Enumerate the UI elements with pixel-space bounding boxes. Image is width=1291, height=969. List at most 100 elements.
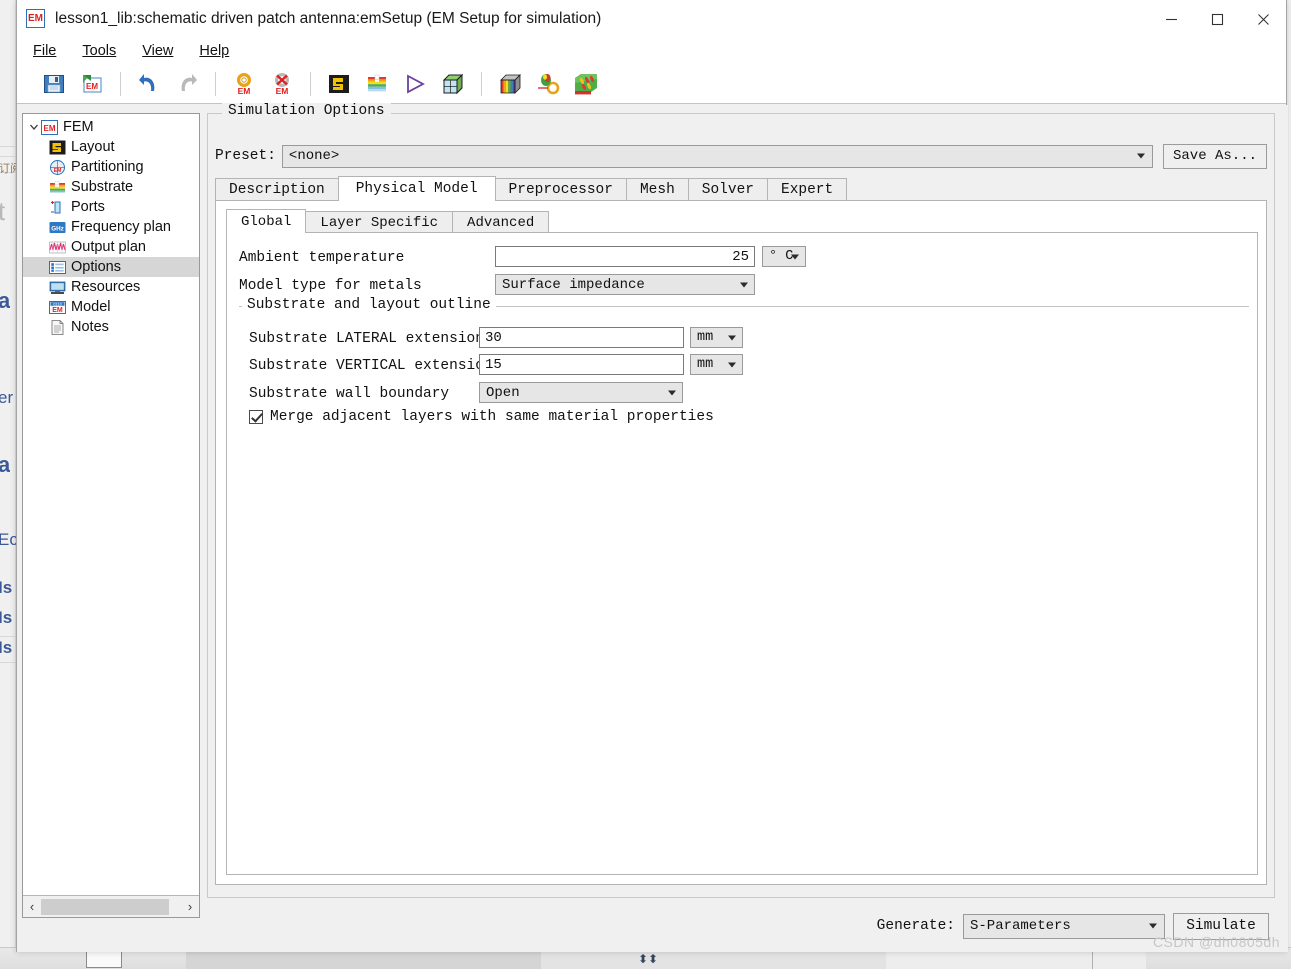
svg-text:EM: EM [238,86,251,96]
taskbar-window-icon[interactable] [86,950,122,968]
maximize-icon [1211,13,1223,25]
background-text-fragment: . [0,122,1,134]
setup-tree: EM FEM Layout EM Partitioning Substrate … [23,114,199,337]
tree-item-fem-label: FEM [63,118,94,135]
sidebar-item-substrate[interactable]: Substrate [23,177,199,197]
layout-icon [49,140,66,154]
export-em-button[interactable]: EM [77,69,107,99]
tab-preprocessor[interactable]: Preprocessor [494,178,627,201]
preset-value: <none> [288,148,340,164]
tab-solver[interactable]: Solver [687,178,768,201]
tab-physical-model[interactable]: Physical Model [337,176,496,201]
substrate-lateral-input[interactable]: 30 [479,327,684,348]
rainbow-cube-button[interactable] [495,69,525,99]
background-text-fragment: Is [0,578,13,597]
model-type-select[interactable]: Surface impedance [495,274,755,295]
ambient-temperature-unit-select[interactable]: ° C [762,246,806,267]
redo-icon [181,73,197,91]
generate-select[interactable]: S-Parameters [963,913,1165,939]
minimize-button[interactable] [1148,0,1194,38]
chevron-down-icon [728,335,736,340]
scroll-right-button[interactable]: › [181,897,199,917]
toolbar-separator [310,71,311,96]
tab-description[interactable]: Description [215,178,339,201]
tab-global[interactable]: Global [226,209,307,233]
sidebar-item-resources[interactable]: Resources [23,277,199,297]
substrate-wall-boundary-label: Substrate wall boundary [249,386,450,402]
save-icon [44,74,64,93]
background-text-fragment: a [0,452,11,477]
chevron-down-icon [791,254,799,259]
taskbar-arrows-icon: ⬍⬍ [638,952,659,966]
tab-expert[interactable]: Expert [767,178,848,201]
merge-layers-checkbox[interactable] [249,410,263,424]
menu-help[interactable]: Help [197,42,231,60]
ambient-temperature-value: 25 [732,248,749,265]
outer-tab-bar: Description Physical Model Preprocessor … [215,176,1267,201]
substrate-section-header: Substrate and layout outline [239,297,1249,313]
substrate-wall-boundary-value: Open [486,384,520,401]
sidebar-item-frequency-plan[interactable]: GHz Frequency plan [23,217,199,237]
menu-tools[interactable]: Tools [80,42,118,60]
sidebar-item-partitioning[interactable]: EM Partitioning [23,157,199,177]
substrate-vertical-input[interactable]: 15 [479,354,684,375]
save-as-button[interactable]: Save As... [1162,143,1267,169]
substrate-wall-label-row: Substrate wall boundary [249,383,449,405]
toolbar-separator [215,71,216,96]
substrate-vertical-unit-select[interactable]: mm [690,354,743,375]
em-delete-button[interactable]: EM [267,69,297,99]
menu-view-label: View [142,43,174,59]
sidebar-item-ports[interactable]: Ports [23,197,199,217]
merge-layers-label: Merge adjacent layers with same material… [270,409,714,425]
tree-horizontal-scrollbar[interactable]: ‹ › [23,895,199,917]
menu-help-label: Help [199,43,230,59]
close-button[interactable] [1240,0,1286,38]
substrate-wall-boundary-select[interactable]: Open [479,382,683,403]
svg-text:GHz: GHz [51,225,64,232]
window-body: EM FEM Layout EM Partitioning Substrate … [17,103,1288,952]
scrollbar-thumb[interactable] [41,898,169,915]
menu-bar: File Tools View Help [17,38,1286,64]
undo-button[interactable] [134,69,164,99]
tab-layer-specific[interactable]: Layer Specific [305,211,454,233]
mesh-cube-button[interactable] [438,69,468,99]
ports-icon [51,200,61,213]
sidebar-item-layout[interactable]: Layout [23,137,199,157]
em-cosim-button[interactable] [533,69,563,99]
ambient-temperature-label: Ambient temperature [239,250,405,266]
maximize-button[interactable] [1194,0,1240,38]
preset-select[interactable]: <none> [281,144,1153,168]
save-button[interactable] [39,69,69,99]
layout-button[interactable] [324,69,354,99]
ghz-icon: GHz [49,221,66,233]
sidebar-item-output-plan[interactable]: Output plan [23,237,199,257]
bottom-action-bar: Generate: S-Parameters Simulate [207,905,1279,947]
physical-model-pane: Global Layer Specific Advanced Ambient t… [215,200,1267,885]
chevron-down-icon[interactable] [27,120,41,134]
sidebar-item-notes[interactable]: Notes [23,317,199,337]
em-model-button[interactable] [571,69,601,99]
svg-text:EM: EM [54,168,62,174]
sidebar-item-options[interactable]: Options [23,257,199,277]
window-controls [1148,0,1286,38]
em-setup-button[interactable]: EM [229,69,259,99]
sidebar-item-model[interactable]: 0110 EM Model [23,297,199,317]
menu-file[interactable]: File [31,42,58,60]
background-divider [0,146,16,147]
tab-advanced[interactable]: Advanced [452,211,550,233]
substrate-lateral-unit-select[interactable]: mm [690,327,743,348]
merge-layers-checkbox-row[interactable]: Merge adjacent layers with same material… [249,409,714,425]
svg-text:EM: EM [52,307,63,314]
tree-item-fem[interactable]: EM FEM [23,117,199,137]
scroll-left-button[interactable]: ‹ [23,897,41,917]
ambient-temperature-input[interactable]: 25 [495,246,755,267]
substrate-vertical-label-row: Substrate VERTICAL extension [249,355,493,377]
substrate-button[interactable] [362,69,392,99]
simulate-button[interactable] [400,69,430,99]
redo-button[interactable] [172,69,202,99]
close-icon [1257,13,1269,25]
menu-view[interactable]: View [140,42,175,60]
group-title: Simulation Options [222,103,391,119]
tab-mesh[interactable]: Mesh [625,178,689,201]
output-plan-icon [49,241,66,253]
